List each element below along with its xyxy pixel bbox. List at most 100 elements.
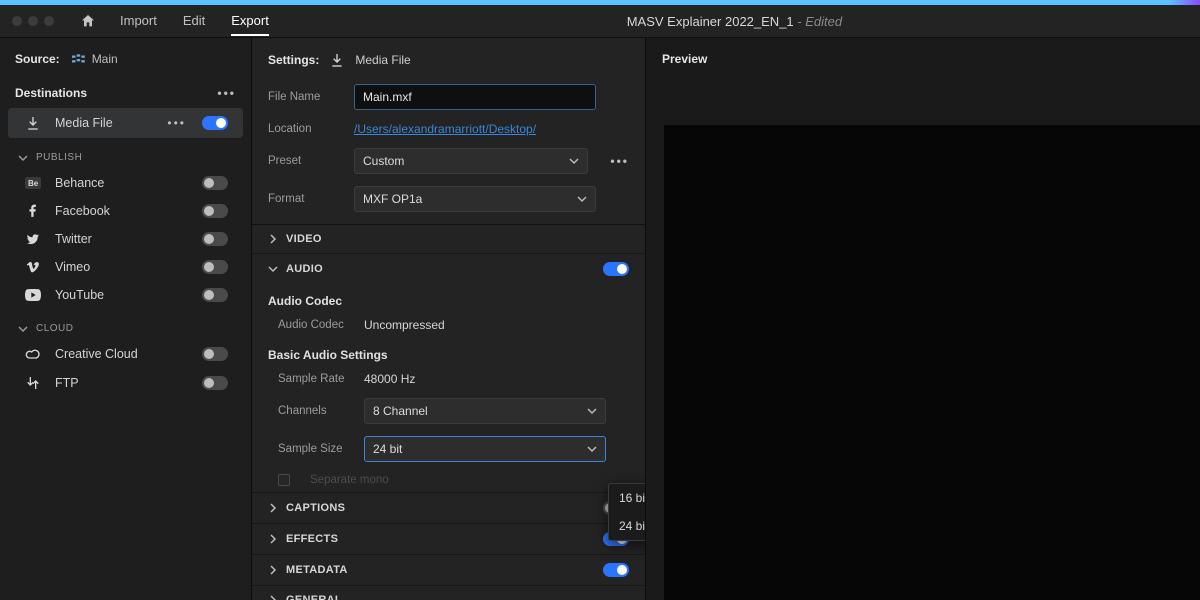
destination-youtube-toggle[interactable] (202, 288, 228, 302)
chevron-right-icon (268, 595, 278, 600)
group-publish-label: PUBLISH (36, 152, 82, 163)
preset-label: Preset (268, 155, 342, 167)
destination-creative-cloud[interactable]: Creative Cloud (8, 340, 243, 368)
sample-rate-label: Sample Rate (268, 373, 352, 385)
settings-panel: Settings: Media File File Name Location … (252, 38, 646, 600)
title-bar: Import Edit Export MASV Explainer 2022_E… (0, 5, 1200, 38)
group-cloud[interactable]: CLOUD (0, 309, 251, 340)
group-publish[interactable]: PUBLISH (0, 138, 251, 169)
section-video[interactable]: VIDEO (252, 224, 645, 253)
creative-cloud-icon (23, 348, 43, 360)
svg-text:Be: Be (28, 179, 39, 188)
preview-heading: Preview (646, 38, 1200, 80)
section-effects[interactable]: EFFECTS (252, 523, 645, 554)
source-name: Main (92, 52, 118, 66)
destination-label: Vimeo (55, 260, 190, 274)
option-label: 24 bit (619, 519, 646, 533)
section-video-label: VIDEO (286, 233, 629, 245)
destination-creative-cloud-toggle[interactable] (202, 347, 228, 361)
ftp-icon (23, 375, 43, 391)
section-captions[interactable]: CAPTIONS (252, 492, 645, 523)
destination-vimeo-toggle[interactable] (202, 260, 228, 274)
option-label: 16 bit (619, 491, 646, 505)
destination-label: Behance (55, 176, 190, 190)
separate-mono-label: Separate mono (310, 474, 389, 486)
section-metadata[interactable]: METADATA (252, 554, 645, 585)
destination-label: Creative Cloud (55, 347, 190, 361)
source-label: Source: (15, 52, 60, 66)
destination-facebook-toggle[interactable] (202, 204, 228, 218)
destination-ftp[interactable]: FTP (8, 368, 243, 398)
chevron-down-icon (18, 324, 28, 334)
channels-select[interactable]: 8 Channel (364, 398, 606, 424)
destination-behance-toggle[interactable] (202, 176, 228, 190)
vimeo-icon (23, 260, 43, 274)
location-link[interactable]: /Users/alexandramarriott/Desktop/ (354, 122, 536, 136)
destination-ftp-toggle[interactable] (202, 376, 228, 390)
tab-import[interactable]: Import (120, 7, 157, 36)
separate-mono-checkbox[interactable] (278, 474, 290, 486)
window-controls[interactable] (0, 16, 66, 26)
section-captions-label: CAPTIONS (286, 502, 595, 514)
media-file-icon (329, 52, 345, 68)
destination-facebook[interactable]: Facebook (8, 197, 243, 225)
destination-vimeo[interactable]: Vimeo (8, 253, 243, 281)
twitter-icon (23, 232, 43, 246)
destination-behance[interactable]: Be Behance (8, 169, 243, 197)
file-name-input[interactable] (354, 84, 596, 110)
destination-media-file-toggle[interactable] (202, 116, 228, 130)
tab-export[interactable]: Export (231, 7, 269, 36)
destinations-heading: Destinations (15, 86, 87, 100)
destination-label: FTP (55, 376, 190, 390)
chevron-right-icon (268, 565, 278, 575)
youtube-icon (23, 289, 43, 301)
destination-item-more-icon[interactable]: ••• (167, 116, 186, 130)
destination-twitter[interactable]: Twitter (8, 225, 243, 253)
source-value[interactable]: Main (72, 52, 118, 66)
behance-icon: Be (23, 177, 43, 189)
project-status: - Edited (797, 14, 842, 29)
minimize-dot[interactable] (28, 16, 38, 26)
preset-more-icon[interactable]: ••• (610, 154, 629, 168)
destinations-panel: Source: Main Destinations ••• Media File… (0, 38, 252, 600)
destination-youtube[interactable]: YouTube (8, 281, 243, 309)
sample-size-dropdown: 16 bit 24 bit ✓ (608, 483, 646, 541)
destinations-more-icon[interactable]: ••• (217, 86, 236, 100)
preset-select[interactable]: Custom (354, 148, 588, 174)
chevron-right-icon (268, 534, 278, 544)
location-label: Location (268, 123, 342, 135)
sample-size-option-16bit[interactable]: 16 bit (609, 484, 646, 512)
file-name-label: File Name (268, 91, 342, 103)
settings-context: Media File (355, 53, 410, 67)
basic-audio-heading: Basic Audio Settings (252, 338, 645, 366)
sequence-icon (72, 54, 86, 64)
project-title: MASV Explainer 2022_EN_1 - Edited (269, 14, 1200, 29)
format-value: MXF OP1a (363, 192, 422, 206)
settings-heading: Settings: (268, 53, 319, 67)
destination-media-file[interactable]: Media File ••• (8, 108, 243, 138)
section-audio-toggle[interactable] (603, 262, 629, 276)
tab-edit[interactable]: Edit (183, 7, 205, 36)
close-dot[interactable] (12, 16, 22, 26)
section-audio[interactable]: AUDIO (252, 253, 645, 284)
audio-codec-heading: Audio Codec (252, 284, 645, 312)
channels-value: 8 Channel (373, 404, 428, 418)
sample-rate-value: 48000 Hz (364, 372, 415, 386)
home-icon[interactable] (80, 13, 96, 29)
media-file-icon (23, 115, 43, 131)
destination-twitter-toggle[interactable] (202, 232, 228, 246)
format-label: Format (268, 193, 342, 205)
sample-size-option-24bit[interactable]: 24 bit ✓ (609, 512, 646, 540)
chevron-down-icon (587, 444, 597, 454)
main-tabs: Import Edit Export (120, 7, 269, 36)
sample-size-value: 24 bit (373, 442, 402, 456)
destination-label: YouTube (55, 288, 190, 302)
maximize-dot[interactable] (44, 16, 54, 26)
audio-codec-label: Audio Codec (268, 319, 352, 331)
format-select[interactable]: MXF OP1a (354, 186, 596, 212)
sample-size-select[interactable]: 24 bit (364, 436, 606, 462)
destination-label: Facebook (55, 204, 190, 218)
section-metadata-toggle[interactable] (603, 563, 629, 577)
section-general[interactable]: GENERAL (252, 585, 645, 600)
project-name: MASV Explainer 2022_EN_1 (627, 14, 794, 29)
